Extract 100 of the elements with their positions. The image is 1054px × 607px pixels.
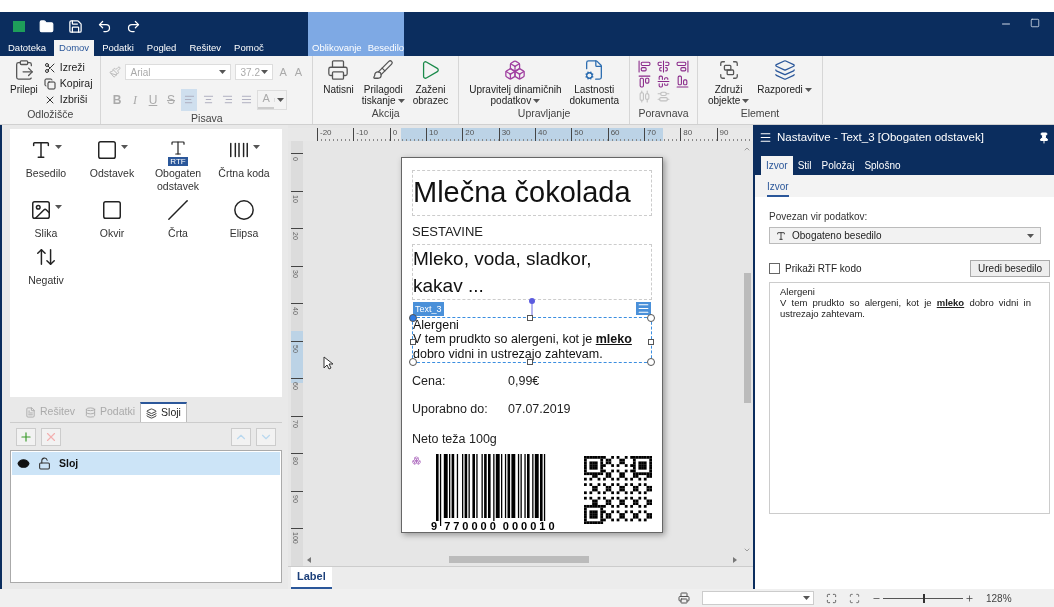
ribbon-small-button[interactable]: Izbriši — [43, 92, 93, 107]
panel-tab[interactable]: Sloji — [140, 402, 187, 422]
ribbon-group-title: Odložišče — [26, 107, 75, 122]
tool-button[interactable]: Črtna koda — [216, 139, 272, 193]
tool-button[interactable]: RTF Obogaten odstavek — [150, 139, 206, 193]
menu-tab[interactable]: Pomoč — [229, 40, 269, 56]
resize-handle[interactable] — [527, 359, 533, 365]
save-icon[interactable] — [68, 18, 83, 34]
ribbon-small-button[interactable]: Kopiraj — [43, 76, 93, 91]
fit-page-icon[interactable] — [826, 592, 837, 604]
layers-icon — [146, 407, 158, 419]
menu-tab[interactable]: Rešitev — [184, 40, 227, 56]
rotation-handle[interactable] — [528, 297, 536, 318]
ribbon-button[interactable]: Natisni — [321, 56, 356, 106]
tool-button[interactable]: Slika — [18, 199, 74, 240]
align-icon — [638, 75, 651, 88]
align-button[interactable] — [676, 60, 689, 73]
ruler-label: 0 — [392, 128, 398, 137]
menu-tab[interactable]: Podatki — [97, 40, 139, 56]
ingredients-heading: SESTAVINE — [412, 222, 485, 241]
ribbon-button[interactable]: Upravitelj dinamičnih podatkov — [467, 56, 564, 106]
menu-tab[interactable]: Datoteka — [3, 40, 52, 56]
scroll-right-icon[interactable] — [733, 556, 737, 563]
ellipse-icon — [233, 199, 255, 221]
resize-handle[interactable] — [647, 314, 655, 322]
format-painter-icon — [109, 66, 122, 79]
align-button[interactable] — [657, 60, 670, 73]
ruler-label: 50 — [574, 128, 584, 137]
caret-icon — [261, 70, 269, 75]
undo-icon[interactable] — [97, 18, 112, 34]
scroll-left-icon[interactable] — [307, 556, 311, 563]
resize-handle[interactable] — [409, 358, 417, 366]
redo-icon[interactable] — [126, 18, 141, 34]
resize-handle[interactable] — [647, 358, 655, 366]
ribbon-group-title: Upravljanje — [516, 106, 572, 122]
zoom-in-icon[interactable] — [965, 593, 974, 603]
document-tab[interactable]: Label — [291, 566, 332, 589]
ribbon-button[interactable]: Zaženi obrazec — [410, 56, 451, 106]
ribbon-group-title: Akcija — [370, 106, 401, 122]
ribbon-group-title: Pisava — [190, 110, 224, 126]
text-align-icon — [184, 94, 195, 105]
align-button[interactable] — [676, 75, 689, 88]
tool-button[interactable]: Okvir — [84, 199, 140, 240]
align-button[interactable] — [638, 75, 651, 88]
printer-icon[interactable] — [678, 592, 690, 604]
rtf-badge: RTF — [168, 157, 188, 166]
ruler-label: 40 — [537, 128, 547, 137]
eye-icon[interactable] — [17, 457, 30, 470]
rich-text-paragraph: V tem prudkto so alergeni, kot je mleko dobro vidni in ustrezajo zahtevam. — [413, 332, 633, 362]
ribbon-button[interactable]: Prilepi — [8, 56, 40, 107]
align-button[interactable] — [657, 75, 670, 88]
data-source-dropdown[interactable]: Obogateno besedilo — [769, 227, 1041, 244]
text-icon — [776, 230, 786, 241]
edit-text-button[interactable]: Uredi besedilo — [970, 260, 1050, 277]
ingredients-text: Mleko, voda, sladkor, kakav ... — [413, 247, 593, 298]
tool-button[interactable]: Besedilo — [18, 139, 74, 193]
vertical-scrollbar-thumb[interactable] — [743, 273, 751, 403]
maximize-icon[interactable] — [1030, 18, 1040, 28]
unlocked-icon[interactable] — [38, 457, 51, 470]
ribbon-button[interactable]: Lastnosti dokumenta — [567, 56, 621, 106]
menu-tab[interactable]: Domov — [54, 40, 95, 56]
rich-text-icon — [169, 139, 187, 157]
properties-subtab[interactable]: Izvor — [767, 179, 789, 197]
properties-tab[interactable]: Položaj — [816, 156, 860, 175]
text-align-icon — [203, 94, 214, 105]
resize-handle[interactable] — [648, 339, 654, 345]
checkbox[interactable] — [769, 263, 780, 274]
fit-width-icon[interactable] — [849, 592, 860, 604]
ribbon-button[interactable]: Prilagodi tiskanje — [359, 56, 407, 106]
document-icon — [25, 406, 36, 418]
line-icon — [167, 199, 189, 221]
tool-button[interactable]: Odstavek — [84, 139, 140, 193]
layer-row[interactable]: Sloj — [12, 452, 280, 475]
align-button[interactable] — [638, 60, 651, 73]
layer-name: Sloj — [59, 455, 79, 471]
ribbon-button[interactable]: Razporedi — [755, 56, 814, 106]
menu-icon[interactable] — [759, 131, 772, 144]
resize-handle[interactable] — [409, 314, 417, 322]
properties-tab[interactable]: Splošno — [859, 156, 906, 175]
caret-icon — [1027, 233, 1034, 238]
tool-button[interactable]: Elipsa — [216, 199, 272, 240]
plus-icon — [19, 429, 33, 444]
preview-paragraph: V tem prudkto so alergeni, kot je mleko dobro vidni in ustrezajo zahtevam. — [780, 297, 1032, 319]
tool-button[interactable]: Negativ — [18, 246, 74, 287]
panel-title: Nastavitve - Text_3 [Obogaten odstavek] — [777, 129, 984, 145]
group-icon — [717, 59, 740, 81]
resize-handle[interactable] — [527, 315, 533, 321]
properties-tab[interactable]: Izvor — [761, 156, 793, 175]
ruler-label: 80 — [683, 128, 693, 137]
properties-tab[interactable]: Stil — [792, 156, 817, 175]
align-icon — [638, 90, 651, 103]
menu-tab[interactable]: Pogled — [141, 40, 182, 56]
mouse-pointer-icon — [323, 356, 333, 370]
ribbon-button[interactable]: Združi objekte — [706, 56, 752, 106]
image-icon — [30, 199, 52, 221]
ribbon-small-button[interactable]: Izreži — [43, 60, 93, 75]
pin-icon[interactable] — [1038, 131, 1050, 144]
folder-icon[interactable] — [39, 18, 54, 34]
horizontal-scrollbar-thumb[interactable] — [449, 556, 589, 563]
tool-button[interactable]: Črta — [150, 199, 206, 240]
